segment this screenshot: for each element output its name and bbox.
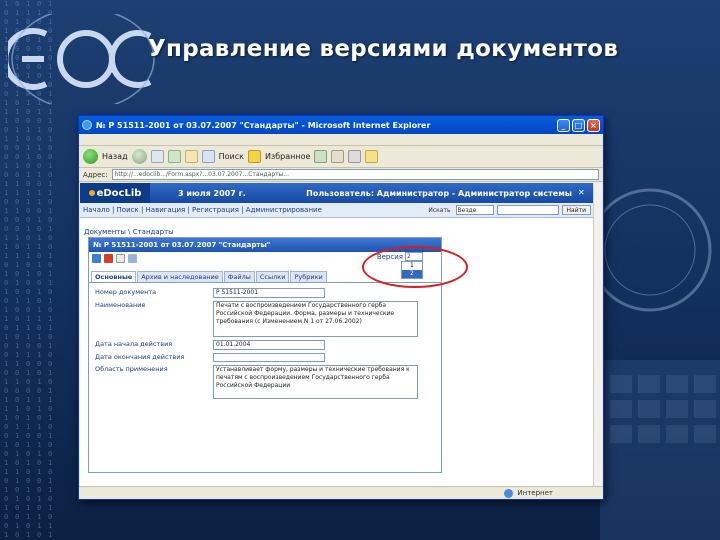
field-label: Область применения xyxy=(95,365,168,373)
field-row: Номер документа Р 51511-2001 xyxy=(95,288,441,298)
search-button-label[interactable]: Поиск xyxy=(219,152,244,161)
field-row: Наименование Печати с воспроизведением Г… xyxy=(95,301,441,337)
favorites-star-icon[interactable] xyxy=(247,150,261,163)
menu-bar xyxy=(79,134,603,146)
search-label: Искать xyxy=(428,206,451,214)
document-number-field[interactable]: Р 51511-2001 xyxy=(213,288,325,298)
find-button[interactable]: Найти xyxy=(561,205,591,215)
scope-field[interactable]: Устанавливает форму, размеры и техническ… xyxy=(213,365,418,399)
edit-icon[interactable] xyxy=(92,253,101,263)
address-label: Адрес: xyxy=(83,170,108,179)
end-date-field[interactable] xyxy=(213,353,325,362)
document-card: № Р 51511-2001 от 03.07.2007 "Стандарты"… xyxy=(88,237,442,473)
address-bar: Адрес: http://...edoclib.../Form.aspx?..… xyxy=(79,168,603,182)
favorites-button-label[interactable]: Избранное xyxy=(265,152,310,161)
maximize-button[interactable]: □ xyxy=(572,118,585,132)
document-tabs: Основные Архив и наследование Файлы Ссыл… xyxy=(89,269,441,283)
document-title: № Р 51511-2001 от 03.07.2007 "Стандарты" xyxy=(89,238,441,252)
tab-main[interactable]: Основные xyxy=(91,271,137,282)
mail-icon[interactable] xyxy=(331,150,345,163)
forward-arrow-icon[interactable] xyxy=(131,149,147,164)
version-select[interactable]: 2 xyxy=(405,252,423,261)
version-dropdown-list: 1 2 xyxy=(401,261,423,279)
tab-archive[interactable]: Архив и наследование xyxy=(137,271,223,282)
current-date: 3 июля 2007 г. xyxy=(178,188,246,198)
document-fields: Номер документа Р 51511-2001 Наименовани… xyxy=(89,283,441,399)
status-bar: Интернет xyxy=(79,486,603,499)
folder-icon[interactable] xyxy=(365,150,379,163)
slide-title: Управление версиями документов xyxy=(148,36,619,62)
search-icon[interactable] xyxy=(201,150,215,163)
breadcrumb[interactable]: Документы \ Стандарты xyxy=(84,228,594,236)
search-scope-select[interactable]: Везде xyxy=(455,205,494,215)
version-option[interactable]: 1 xyxy=(402,262,422,270)
internet-explorer-icon xyxy=(82,120,92,130)
status-zone: Интернет xyxy=(517,489,553,497)
refresh-icon[interactable] xyxy=(167,150,181,163)
back-arrow-icon[interactable] xyxy=(83,149,98,164)
delete-icon[interactable] xyxy=(104,253,113,263)
print-icon[interactable] xyxy=(116,253,125,263)
app-nav-links[interactable]: Начало | Поиск | Навигация | Регистрация… xyxy=(83,206,428,214)
field-row: Область применения Устанавливает форму, … xyxy=(95,365,441,399)
window-title: № Р 51511-2001 от 03.07.2007 "Стандарты"… xyxy=(96,120,431,130)
media-icon[interactable] xyxy=(314,150,328,163)
eos-logo xyxy=(8,14,155,104)
app-header: eDocLib 3 июля 2007 г. Пользователь: Адм… xyxy=(80,183,594,203)
print-icon[interactable] xyxy=(348,150,362,163)
field-label: Номер документа xyxy=(95,288,157,296)
tab-rubrics[interactable]: Рубрики xyxy=(290,271,327,282)
edoclib-logo: eDocLib xyxy=(80,183,150,203)
window-titlebar: № Р 51511-2001 от 03.07.2007 "Стандарты"… xyxy=(79,116,603,134)
web-page: eDocLib 3 июля 2007 г. Пользователь: Адм… xyxy=(80,183,594,487)
logout-icon[interactable]: ✕ xyxy=(578,188,588,198)
document-name-field[interactable]: Печати с воспроизведением Государственно… xyxy=(213,301,418,337)
browser-toolbar: Назад Поиск Избранное xyxy=(79,146,603,168)
stop-icon[interactable] xyxy=(150,150,164,163)
address-field[interactable]: http://...edoclib.../Form.aspx?...03.07.… xyxy=(111,169,599,180)
browser-window: № Р 51511-2001 от 03.07.2007 "Стандарты"… xyxy=(78,115,604,500)
internet-zone-icon xyxy=(504,488,514,498)
close-button[interactable]: × xyxy=(587,118,600,132)
tab-files[interactable]: Файлы xyxy=(223,271,255,282)
version-label: Версия xyxy=(376,252,403,261)
field-row: Дата окончания действия xyxy=(95,353,441,362)
minimize-button[interactable]: _ xyxy=(557,118,570,132)
copy-icon[interactable] xyxy=(128,253,137,263)
home-icon[interactable] xyxy=(184,150,198,163)
start-date-field[interactable]: 01.01.2004 xyxy=(213,340,325,350)
vertical-scrollbar[interactable] xyxy=(593,183,602,487)
back-button-label[interactable]: Назад xyxy=(102,152,128,161)
field-label: Наименование xyxy=(95,301,146,309)
field-label: Дата окончания действия xyxy=(95,353,185,361)
search-input[interactable] xyxy=(496,205,559,215)
version-option-selected[interactable]: 2 xyxy=(402,270,422,278)
tab-links[interactable]: Ссылки xyxy=(255,271,290,282)
app-nav-bar: Начало | Поиск | Навигация | Регистрация… xyxy=(80,203,594,218)
field-row: Дата начала действия 01.01.2004 xyxy=(95,340,441,350)
current-user: Пользователь: Администратор - Администра… xyxy=(306,188,572,198)
field-label: Дата начала действия xyxy=(95,340,173,348)
version-selector: Версия 2 xyxy=(377,252,423,261)
